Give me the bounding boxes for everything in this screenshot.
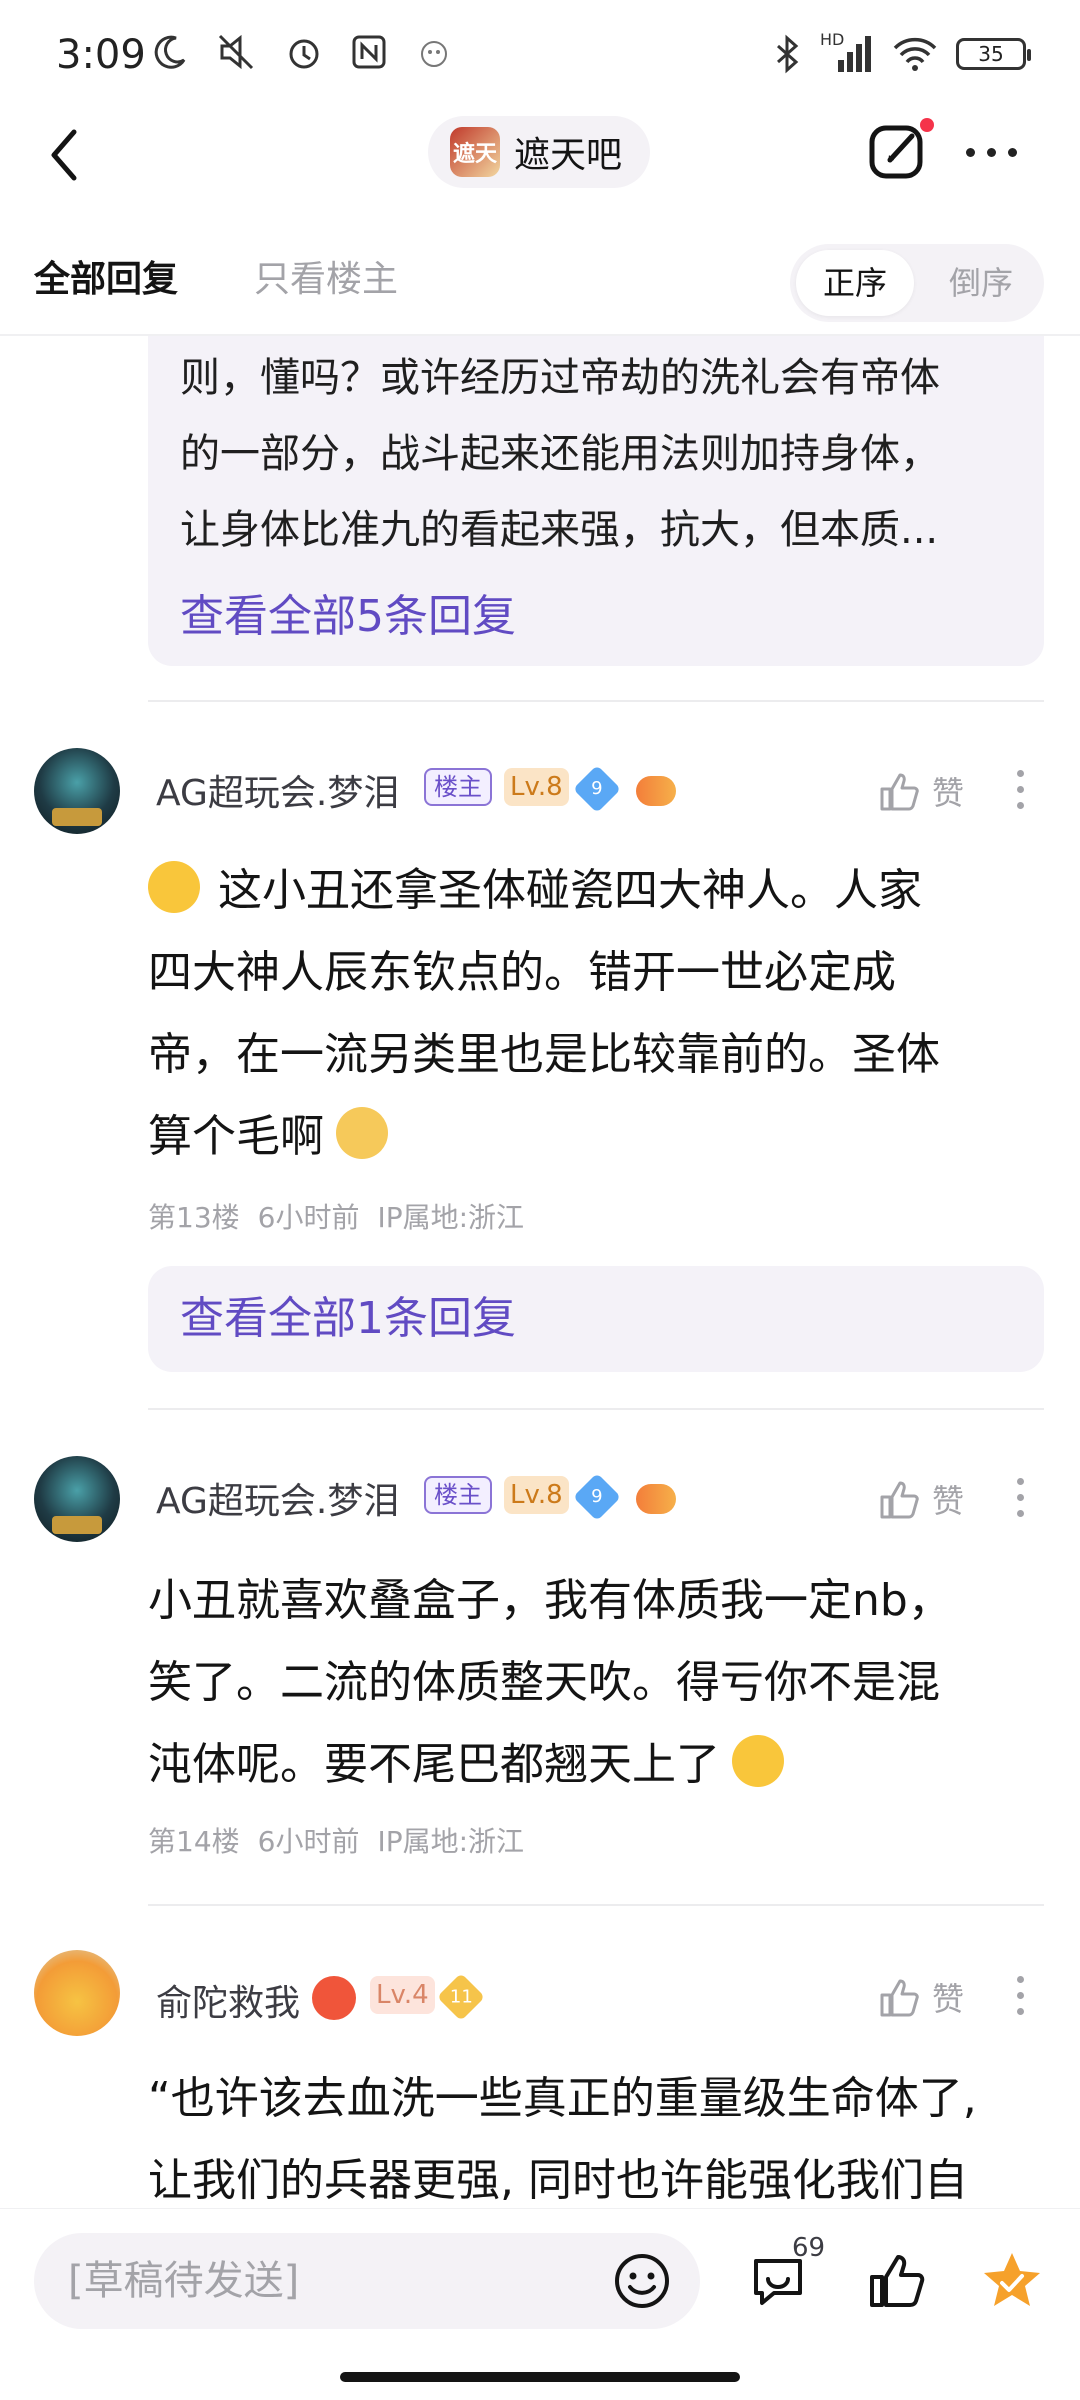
level-badge: Lv.4	[370, 1976, 435, 2014]
sort-descending-button[interactable]: 倒序	[922, 250, 1040, 316]
sneeze-emoji-icon	[148, 861, 200, 913]
home-indicator[interactable]	[340, 2372, 740, 2382]
view-all-replies-link[interactable]: 查看全部5条回复	[180, 580, 516, 644]
like-button[interactable]: 赞	[878, 768, 964, 814]
ip-location: IP属地:浙江	[377, 1201, 525, 1234]
like-label: 赞	[932, 1482, 965, 1520]
comment-body: 小丑就喜欢叠盒子，我有体质我一定nb， 笑了。二流的体质整天吹。得亏你不是混 沌…	[148, 1560, 952, 1806]
comment-line: 算个毛啊	[148, 1111, 324, 1162]
sub-reply-line: 的一部分，战斗起来还能用法则加持身体，	[180, 431, 940, 477]
floor-number: 第14楼	[148, 1825, 240, 1858]
view-all-replies-link[interactable]: 查看全部1条回复	[180, 1293, 516, 1344]
forum-logo: 遮天	[450, 127, 500, 177]
forum-pill[interactable]: 遮天 遮天吧	[428, 116, 650, 188]
member-gem-icon: 9	[572, 1472, 622, 1522]
moon-icon	[154, 35, 186, 69]
comment-line: 小丑就喜欢叠盒子，我有体质我一定nb，	[148, 1575, 952, 1626]
network-label: HD	[820, 30, 845, 49]
status-icons-right: HD 35	[772, 30, 1031, 74]
comment-divider	[148, 1904, 1044, 1906]
status-icons-left	[150, 32, 454, 72]
sweat-emoji-icon	[336, 1107, 388, 1159]
thumbs-up-icon	[880, 1481, 919, 1519]
comment-more-icon[interactable]	[1014, 1976, 1026, 2015]
reply-count: 69	[792, 2233, 826, 2263]
more-options-icon[interactable]	[958, 132, 1024, 172]
status-time: 3:09	[56, 32, 146, 78]
favorite-star-icon[interactable]	[980, 2249, 1044, 2313]
post-time: 6小时前	[257, 1825, 360, 1858]
floor-number: 第13楼	[148, 1201, 240, 1234]
comment-divider	[148, 1408, 1044, 1410]
member-gem-icon: 9	[572, 764, 622, 814]
username[interactable]: AG超玩会.梦泪	[156, 1472, 399, 1524]
level-badge: Lv.8	[504, 768, 569, 806]
comment-line: 沌体呢。要不尾巴都翘天上了	[148, 1739, 720, 1790]
forum-name: 遮天吧	[514, 135, 623, 176]
like-label: 赞	[932, 1980, 965, 2018]
notification-dot	[920, 118, 934, 132]
sub-reply-line: 则，懂吗？或许经历过帝劫的洗礼会有帝体	[180, 355, 940, 401]
comment-more-icon[interactable]	[1014, 770, 1026, 809]
avatar[interactable]	[34, 748, 120, 834]
comment-line: 帝，在一流另类里也是比较靠前的。圣体	[148, 1029, 940, 1080]
gem-level: 9	[591, 1485, 603, 1507]
angry-emoji-icon	[312, 1976, 356, 2020]
back-arrow-icon[interactable]	[40, 120, 90, 190]
level-badge: Lv.8	[504, 1476, 569, 1514]
signal-icon: HD	[820, 30, 874, 74]
emoji-picker-icon[interactable]	[612, 2251, 672, 2311]
gamepad-icon	[636, 1484, 676, 1514]
like-button[interactable]: 赞	[878, 1476, 964, 1522]
comment-line: 笑了。二流的体质整天吹。得亏你不是混	[148, 1657, 940, 1708]
comment-line: “也许该去血洗一些真正的重量级生命体了,	[148, 2073, 977, 2124]
battery-indicator: 35	[956, 38, 1031, 70]
thumbs-up-icon	[880, 773, 919, 811]
comment-more-icon[interactable]	[1014, 1478, 1026, 1517]
username[interactable]: AG超玩会.梦泪	[156, 764, 399, 816]
tab-all-replies[interactable]: 全部回复	[34, 250, 178, 302]
gamepad-icon	[636, 776, 676, 806]
grin-emoji-icon	[732, 1735, 784, 1787]
status-bar: 3:09 HD 35	[0, 0, 1080, 110]
comment-divider	[148, 700, 1044, 702]
op-badge: 楼主	[424, 1476, 492, 1514]
comment-line: 四大神人辰东钦点的。错开一世必定成	[148, 947, 896, 998]
sub-reply-box[interactable]: 则，懂吗？或许经历过帝劫的洗礼会有帝体 的一部分，战斗起来还能用法则加持身体， …	[148, 336, 1044, 666]
sort-order-switch[interactable]: 正序 倒序	[790, 244, 1044, 322]
avatar[interactable]	[34, 1456, 120, 1542]
member-gem-icon: 11	[436, 1972, 486, 2022]
like-label: 赞	[932, 774, 965, 812]
reply-draft-input[interactable]: [草稿待发送]	[34, 2233, 700, 2329]
comment-meta: 第14楼 6小时前 IP属地:浙江	[148, 1820, 542, 1860]
cat-sticker-icon	[421, 41, 447, 67]
sort-ascending-button[interactable]: 正序	[796, 250, 914, 316]
gem-level: 11	[449, 1986, 473, 2007]
mute-icon	[218, 34, 254, 70]
gem-level: 9	[591, 777, 603, 799]
thumbs-up-icon[interactable]	[866, 2249, 930, 2313]
wifi-icon	[893, 37, 937, 71]
comment-body: 这小丑还拿圣体碰瓷四大神人。人家 四大神人辰东钦点的。错开一世必定成 帝，在一流…	[148, 850, 940, 1178]
username[interactable]: 俞陀救我	[156, 1974, 300, 2026]
avatar[interactable]	[34, 1950, 120, 2036]
thumbs-up-icon	[880, 1979, 919, 2017]
like-button[interactable]: 赞	[878, 1974, 964, 2020]
op-badge: 楼主	[424, 768, 492, 806]
bluetooth-icon	[777, 34, 799, 74]
sub-reply-line: 让身体比准九的看起来强，抗大，但本质...	[180, 507, 939, 553]
sub-reply-box[interactable]: 查看全部1条回复	[148, 1266, 1044, 1372]
comment-body: “也许该去血洗一些真正的重量级生命体了, 让我们的兵器更强, 同时也许能强化我们…	[148, 2058, 977, 2222]
tab-op-only[interactable]: 只看楼主	[254, 250, 398, 302]
comment-meta: 第13楼 6小时前 IP属地:浙江	[148, 1196, 542, 1236]
alarm-icon	[289, 39, 319, 69]
nfc-icon	[352, 35, 386, 69]
comment-line: 这小丑还拿圣体碰瓷四大神人。人家	[218, 865, 922, 916]
ip-location: IP属地:浙江	[377, 1825, 525, 1858]
post-time: 6小时前	[257, 1201, 360, 1234]
